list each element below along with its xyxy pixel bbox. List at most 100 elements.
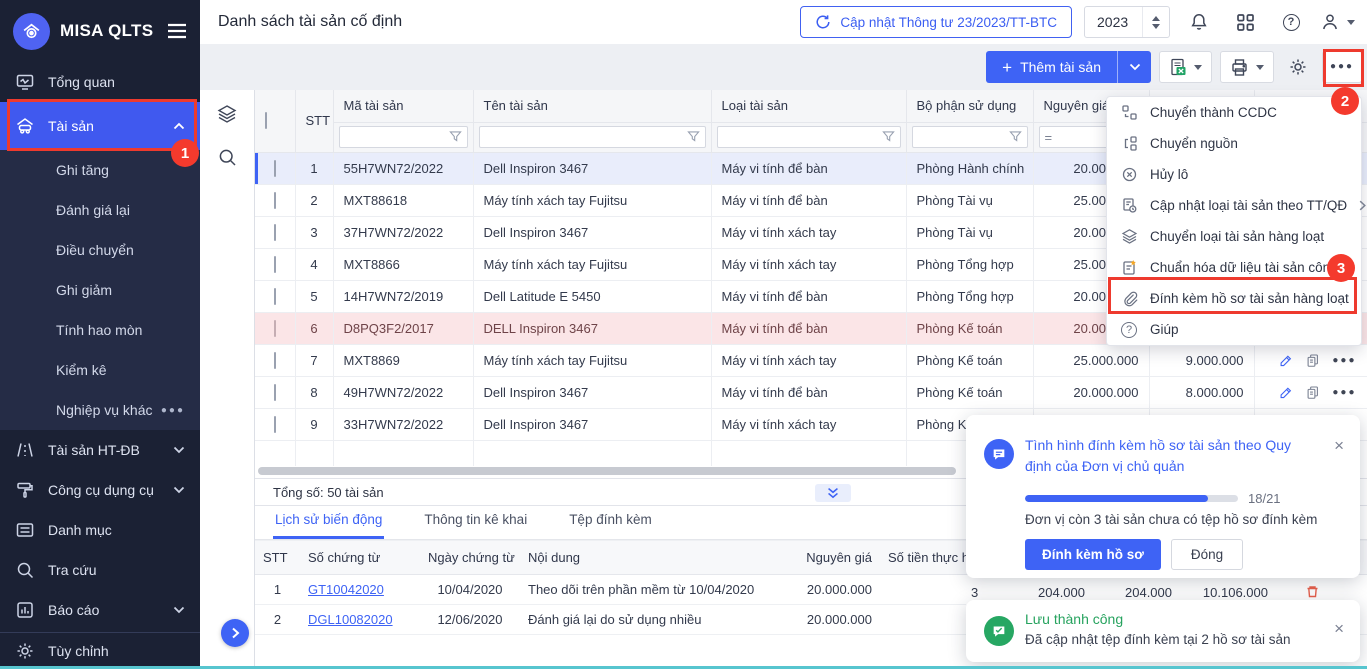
dept-filter-input[interactable] (912, 126, 1028, 148)
sidebar-item-tinh-hao-mon[interactable]: Tính hao mòn (0, 310, 200, 350)
type-filter-input[interactable] (717, 126, 901, 148)
select-all-cell[interactable] (255, 90, 295, 152)
close-icon[interactable]: × (1334, 620, 1344, 637)
sidebar-item-cong-cu-dung-cu[interactable]: Công cụ dụng cụ (0, 470, 200, 510)
row-checkbox[interactable] (274, 320, 276, 337)
year-selector[interactable]: 2023 (1084, 6, 1170, 38)
tab-tep-dinh-kem[interactable]: Tệp đính kèm (567, 512, 654, 539)
row-checkbox[interactable] (274, 192, 276, 209)
add-asset-dropdown-button[interactable] (1117, 51, 1151, 83)
sidebar-item-tuy-chinh[interactable]: Tùy chỉnh (0, 633, 200, 669)
close-icon[interactable]: × (1334, 437, 1344, 454)
row-more-icon[interactable]: ●●● (1332, 387, 1356, 398)
sidebar-item-bao-cao[interactable]: Báo cáo (0, 590, 200, 630)
sidebar-item-tai-san-ht-db[interactable]: Tài sản HT-ĐB (0, 430, 200, 470)
apps-grid-icon[interactable] (1228, 5, 1262, 39)
row-checkbox[interactable] (274, 384, 276, 401)
row-checkbox[interactable] (274, 416, 276, 433)
code-filter-input[interactable] (339, 126, 468, 148)
select-all-checkbox[interactable] (265, 112, 267, 129)
sidebar-item-tai-san[interactable]: Tài sản (0, 102, 200, 150)
row-more-icon[interactable]: ●●● (1332, 355, 1356, 366)
col-stt: STT (295, 90, 333, 152)
sidebar: MISA QLTS Tổng quan Tài sản Ghi tăng Đán… (0, 0, 200, 669)
chevron-up-icon (173, 122, 185, 130)
menu-item-giup[interactable]: ? Giúp (1107, 314, 1361, 345)
transfer-source-icon (1120, 135, 1138, 153)
tab-thong-tin-ke-khai[interactable]: Thông tin kê khai (422, 512, 529, 539)
add-asset-button[interactable]: + Thêm tài sản (986, 51, 1117, 83)
name-filter-input[interactable] (479, 126, 706, 148)
row-checkbox[interactable] (274, 288, 276, 305)
update-circular-button[interactable]: Cập nhật Thông tư 23/2023/TT-BTC (800, 6, 1072, 38)
caret-down-icon (1347, 20, 1355, 25)
export-excel-button[interactable] (1159, 51, 1212, 83)
spin-down-icon[interactable] (1152, 24, 1160, 29)
sidebar-item-dieu-chuyen[interactable]: Điều chuyển (0, 230, 200, 270)
row-checkbox[interactable] (274, 224, 276, 241)
tab-lich-su-bien-dong[interactable]: Lịch sử biến động (273, 512, 384, 539)
notification-bell-icon[interactable] (1182, 5, 1216, 39)
annotation-badge-1: 1 (171, 139, 199, 167)
settings-gear-button[interactable] (1282, 51, 1314, 83)
menu-item-cap-nhat-loai-tai-san[interactable]: Cập nhật loại tài sản theo TT/QĐ (1107, 190, 1361, 221)
sidebar-item-tong-quan[interactable]: Tổng quan (0, 62, 200, 102)
equals-icon: = (1045, 130, 1053, 145)
menu-item-chuyen-loai-tai-san[interactable]: Chuyển loại tài sản hàng loạt (1107, 221, 1361, 252)
action-toolbar: + Thêm tài sản ●●● (200, 44, 1367, 90)
sidebar-item-danh-muc[interactable]: Danh mục (0, 510, 200, 550)
dashboard-icon (15, 72, 35, 92)
expand-sidebar-button[interactable] (221, 619, 249, 647)
duplicate-icon[interactable] (1306, 384, 1320, 401)
edit-icon[interactable] (1279, 384, 1293, 401)
delete-icon[interactable] (1305, 584, 1320, 599)
sidebar-item-ghi-tang[interactable]: Ghi tăng (0, 150, 200, 190)
collapse-panel-button[interactable] (815, 484, 851, 502)
layers-icon[interactable] (216, 103, 238, 125)
row-checkbox[interactable] (274, 256, 276, 273)
menu-item-dinh-kem-ho-so[interactable]: Đính kèm hồ sơ tài sản hàng loạt (1107, 283, 1361, 314)
menu-item-chuan-hoa-du-lieu[interactable]: Chuẩn hóa dữ liệu tài sản công (1107, 252, 1361, 283)
page-title: Danh sách tài sản cố định (218, 13, 402, 31)
sidebar-item-nghiep-vu-khac[interactable]: Nghiệp vụ khác●●● (0, 390, 200, 430)
horizontal-scrollbar[interactable] (258, 467, 956, 475)
spin-up-icon[interactable] (1152, 16, 1160, 21)
search-icon[interactable] (217, 147, 238, 168)
row-checkbox[interactable] (274, 160, 276, 177)
funnel-icon (1009, 131, 1022, 143)
edit-icon[interactable] (1279, 352, 1293, 369)
menu-item-chuyen-nguon[interactable]: Chuyển nguồn (1107, 128, 1361, 159)
row-checkbox[interactable] (274, 352, 276, 369)
sidebar-item-ghi-giam[interactable]: Ghi giảm (0, 270, 200, 310)
cancel-lot-icon (1120, 166, 1138, 184)
duplicate-icon[interactable] (1306, 352, 1320, 369)
list-card-icon (15, 520, 35, 540)
chevron-down-icon (173, 446, 185, 454)
gear-icon (15, 641, 35, 661)
hamburger-menu-icon[interactable] (167, 23, 187, 39)
asset-icon (15, 116, 35, 136)
document-link[interactable]: DGL10082020 (308, 612, 393, 627)
sidebar-item-kiem-ke[interactable]: Kiểm kê (0, 350, 200, 390)
year-spinner[interactable] (1142, 7, 1169, 37)
normalize-data-icon (1120, 259, 1138, 277)
user-menu[interactable] (1320, 12, 1355, 32)
print-button[interactable] (1220, 51, 1274, 83)
toast-title: Tình hình đính kèm hồ sơ tài sản theo Qu… (1025, 435, 1301, 477)
sidebar-item-danh-gia-lai[interactable]: Đánh giá lại (0, 190, 200, 230)
progress-fill (1025, 495, 1208, 502)
menu-item-huy-lo[interactable]: Hủy lô (1107, 159, 1361, 190)
chevron-down-icon (173, 486, 185, 494)
sidebar-item-label: Tài sản (48, 118, 160, 134)
document-link[interactable]: GT10042020 (308, 582, 384, 597)
help-icon[interactable]: ? (1274, 5, 1308, 39)
menu-item-chuyen-thanh-ccdc[interactable]: Chuyển thành CCDC (1107, 97, 1361, 128)
more-actions-button[interactable]: ●●● (1322, 51, 1362, 83)
attach-documents-button[interactable]: Đính kèm hồ sơ (1025, 539, 1161, 570)
table-row[interactable]: 7 MXT8869 Máy tính xách tay Fujitsu Máy … (255, 344, 1367, 376)
attach-progress: 18/21 (1025, 491, 1281, 506)
table-row[interactable]: 8 49H7WN72/2022 Dell Inspiron 3467 Máy v… (255, 376, 1367, 408)
dismiss-button[interactable]: Đóng (1171, 539, 1243, 570)
user-icon (1320, 12, 1340, 32)
sidebar-item-tra-cuu[interactable]: Tra cứu (0, 550, 200, 590)
